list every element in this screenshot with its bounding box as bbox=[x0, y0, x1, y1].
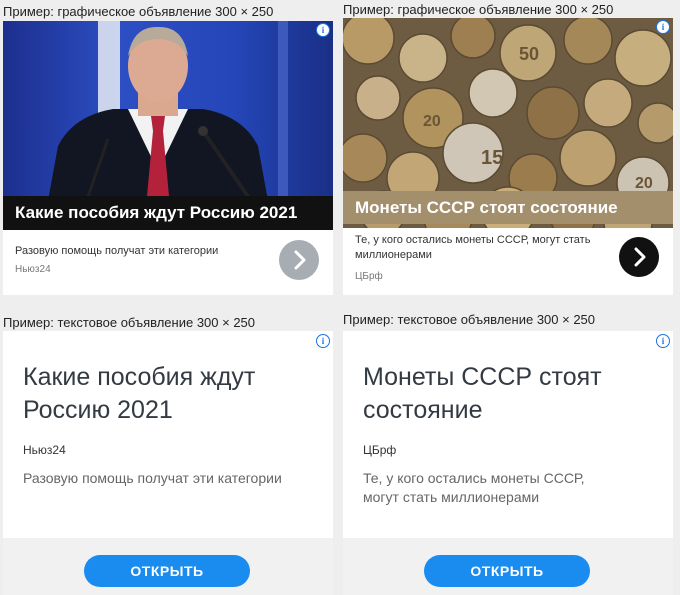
ad-description: Те, у кого остались монеты СССР, могут с… bbox=[363, 470, 585, 505]
ad-caption-3: Пример: текстовое объявление 300 × 250 bbox=[3, 315, 256, 330]
next-button[interactable] bbox=[619, 237, 659, 277]
ad-source: ЦБрф bbox=[355, 271, 383, 282]
ad-footer: ОТКРЫТЬ bbox=[3, 538, 333, 595]
text-ad-1[interactable]: i Какие пособия ждут Россию 2021 Ньюз24 … bbox=[3, 331, 333, 595]
ad-footer: ОТКРЫТЬ bbox=[343, 538, 673, 595]
image-ad-1[interactable]: i Какие пособия ждут Россию 2021 Разовую… bbox=[3, 21, 333, 295]
open-button[interactable]: ОТКРЫТЬ bbox=[84, 555, 250, 587]
svg-text:20: 20 bbox=[635, 175, 653, 192]
ad-description: Разовую помощь получат эти категории bbox=[15, 245, 219, 257]
ad-headline[interactable]: Какие пособия ждут Россию 2021 bbox=[3, 196, 333, 230]
text-ad-2[interactable]: i Монеты СССР стоят состояние ЦБрф Те, у… bbox=[343, 331, 673, 595]
info-icon[interactable]: i bbox=[656, 334, 670, 348]
ad-caption-4: Пример: текстовое объявление 300 × 250 bbox=[343, 312, 596, 327]
svg-text:20: 20 bbox=[423, 113, 441, 130]
info-icon[interactable]: i bbox=[656, 20, 670, 34]
ad-caption-2: Пример: графическое объявление 300 × 250 bbox=[343, 2, 614, 17]
chevron-right-icon bbox=[294, 250, 306, 270]
image-ad-2[interactable]: 50 15 20 20 i Монеты СССР стоят состояни… bbox=[343, 18, 673, 295]
ad-headline[interactable]: Монеты СССР стоят состояние bbox=[363, 361, 643, 427]
svg-text:15: 15 bbox=[481, 147, 503, 169]
open-button[interactable]: ОТКРЫТЬ bbox=[424, 555, 590, 587]
ad-source: ЦБрф bbox=[363, 443, 397, 457]
chevron-right-icon bbox=[634, 247, 646, 267]
ad-source: Ньюз24 bbox=[23, 443, 66, 457]
info-icon[interactable]: i bbox=[316, 23, 330, 37]
ad-description: Разовую помощь получат эти категории bbox=[23, 470, 282, 486]
ad-headline[interactable]: Какие пособия ждут Россию 2021 bbox=[23, 361, 303, 427]
ad-source: Ньюз24 bbox=[15, 264, 51, 275]
svg-text:50: 50 bbox=[519, 44, 539, 64]
ad-description: Те, у кого остались монеты СССР, могут с… bbox=[355, 234, 591, 261]
ad-caption-1: Пример: графическое объявление 300 × 250 bbox=[3, 4, 274, 19]
info-icon[interactable]: i bbox=[316, 334, 330, 348]
ad-headline[interactable]: Монеты СССР стоят состояние bbox=[343, 191, 673, 224]
next-button[interactable] bbox=[279, 240, 319, 280]
